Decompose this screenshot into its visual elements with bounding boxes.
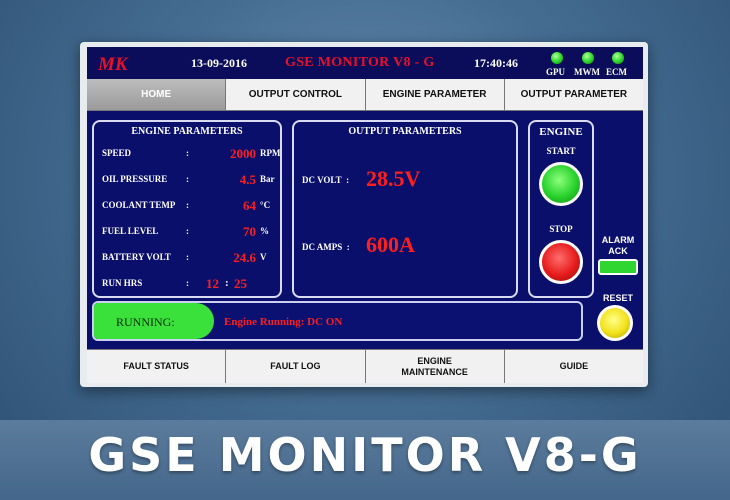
stop-label: STOP	[549, 224, 573, 234]
engine-parameters-title: ENGINE PARAMETERS	[131, 126, 243, 137]
date-display: 13-09-2016	[191, 56, 247, 70]
alarm-ack-label: ALARM ACK	[601, 235, 635, 256]
start-label: START	[546, 146, 576, 156]
tab-engine-parameter[interactable]: ENGINE PARAMETER	[365, 79, 505, 111]
tab-fault-log[interactable]: FAULT LOG	[226, 349, 366, 383]
tab-guide[interactable]: GUIDE	[504, 349, 643, 383]
speed-unit: RPM	[260, 148, 281, 158]
fuel-level-value: 70	[243, 224, 256, 239]
tab-fault-status[interactable]: FAULT STATUS	[87, 349, 227, 383]
top-nav-tabs: HOME OUTPUT CONTROL ENGINE PARAMETER OUT…	[87, 79, 643, 111]
output-parameters-title: OUTPUT PARAMETERS	[348, 126, 462, 137]
reset-label: RESET	[602, 293, 633, 303]
battery-volt-label: BATTERY VOLT	[102, 252, 171, 262]
running-indicator: RUNNING:	[94, 303, 214, 339]
coolant-temp-colon: :	[186, 200, 189, 210]
tab-output-parameter[interactable]: OUTPUT PARAMETER	[504, 79, 643, 111]
reset-button[interactable]	[597, 305, 633, 341]
run-hrs-minutes: 25	[234, 276, 247, 291]
battery-volt-colon: :	[186, 252, 189, 262]
speed-label: SPEED	[102, 148, 132, 158]
coolant-temp-row: COOLANT TEMP : 64 °C	[102, 198, 284, 213]
brand-logo-text: MK	[97, 54, 129, 74]
time-display: 17:40:46	[474, 56, 518, 70]
status-message: Engine Running: DC ON	[224, 316, 343, 328]
fuel-level-unit: %	[260, 226, 269, 236]
brand-logo: MK	[97, 54, 129, 74]
oil-pressure-row: OIL PRESSURE : 4.5 Bar	[102, 172, 284, 187]
dc-amps-label: DC AMPS :	[302, 242, 350, 252]
oil-pressure-colon: :	[186, 174, 189, 184]
tab-engine-maintenance[interactable]: ENGINE MAINTENANCE	[365, 349, 505, 383]
coolant-temp-label: COOLANT TEMP	[102, 200, 176, 210]
dc-amps-value: 600A	[366, 232, 415, 257]
ecm-status-led	[612, 52, 624, 64]
battery-volt-row: BATTERY VOLT : 24.6 V	[102, 250, 284, 265]
dc-volt-value: 28.5V	[366, 166, 421, 191]
fuel-level-label: FUEL LEVEL	[102, 226, 159, 236]
fuel-level-colon: :	[186, 226, 189, 236]
tab-home[interactable]: HOME	[87, 79, 227, 111]
run-hrs-hours: 12	[206, 276, 219, 291]
run-hrs-separator: :	[225, 277, 229, 289]
engine-control-panel: ENGINE START STOP	[528, 120, 594, 298]
mwm-status-label: MWM	[574, 67, 600, 77]
run-hrs-row: RUN HRS : 12 : 25	[102, 276, 284, 291]
engine-control-title: ENGINE	[539, 126, 583, 138]
alarm-ack-button[interactable]	[598, 259, 638, 275]
hmi-screen: MK 13-09-2016 GSE MONITOR V8 - G 17:40:4…	[87, 47, 643, 383]
bottom-nav-tabs: FAULT STATUS FAULT LOG ENGINE MAINTENANCE…	[87, 349, 643, 383]
output-parameters-panel: OUTPUT PARAMETERS DC VOLT : 28.5V DC AMP…	[292, 120, 518, 298]
start-button[interactable]	[539, 162, 583, 206]
run-hrs-label: RUN HRS	[102, 278, 143, 288]
stop-button[interactable]	[539, 240, 583, 284]
speed-colon: :	[186, 148, 189, 158]
status-bar: RUNNING: Engine Running: DC ON	[92, 301, 583, 341]
coolant-temp-unit: °C	[260, 200, 271, 210]
oil-pressure-label: OIL PRESSURE	[102, 174, 168, 184]
header-bar: MK 13-09-2016 GSE MONITOR V8 - G 17:40:4…	[87, 47, 643, 79]
coolant-temp-value: 64	[243, 198, 256, 213]
mwm-status-led	[582, 52, 594, 64]
tab-output-control[interactable]: OUTPUT CONTROL	[226, 79, 366, 111]
fuel-level-row: FUEL LEVEL : 70 %	[102, 224, 284, 239]
speed-value: 2000	[230, 146, 256, 161]
gpu-status-label: GPU	[546, 67, 565, 77]
oil-pressure-value: 4.5	[239, 172, 256, 187]
speed-row: SPEED : 2000 RPM	[102, 146, 284, 161]
banner-title: GSE MONITOR V8-G	[88, 428, 642, 482]
ecm-status-label: ECM	[606, 67, 627, 77]
battery-volt-value: 24.6	[233, 250, 256, 265]
gpu-status-led	[551, 52, 563, 64]
dc-volt-label: DC VOLT :	[302, 175, 350, 185]
engine-parameters-panel: ENGINE PARAMETERS SPEED : 2000 RPM OIL P…	[92, 120, 282, 298]
running-label: RUNNING:	[116, 315, 175, 329]
run-hrs-colon: :	[186, 278, 189, 288]
battery-volt-unit: V	[260, 252, 267, 262]
app-title: GSE MONITOR V8 - G	[285, 55, 435, 70]
oil-pressure-unit: Bar	[260, 174, 275, 184]
